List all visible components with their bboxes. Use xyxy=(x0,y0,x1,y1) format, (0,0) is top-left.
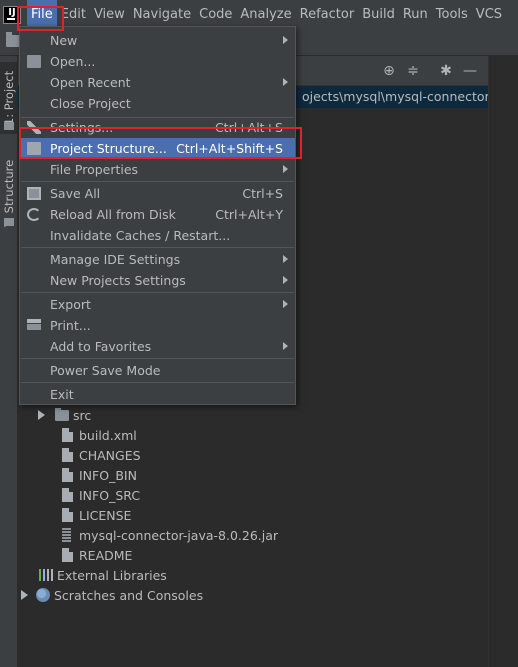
tree-item-label: External Libraries xyxy=(57,567,167,583)
tree-item-label: INFO_BIN xyxy=(79,467,137,483)
collapse-all-icon[interactable]: ≑ xyxy=(405,63,421,79)
tree-item-label: CHANGES xyxy=(79,447,141,463)
tree-item-label: Scratches and Consoles xyxy=(54,587,204,603)
left-tool-strip: 1: Project 7: Structure xyxy=(0,56,18,667)
menu-item-label: Save All xyxy=(50,186,101,201)
menu-item-label: Open Recent xyxy=(50,75,131,90)
tree-item-file[interactable]: build.xml xyxy=(62,425,137,445)
menu-item-label: Add to Favorites xyxy=(50,339,152,354)
menu-item-add-to-favorites[interactable]: Add to Favorites xyxy=(20,336,295,357)
menu-vcs[interactable]: VCS xyxy=(472,0,506,30)
project-tab-icon xyxy=(4,122,14,130)
menu-item-new[interactable]: New xyxy=(20,30,295,51)
menu-separator xyxy=(21,292,294,293)
file-menu-dropdown: New Open... Open Recent Close Project Se… xyxy=(19,26,296,405)
submenu-arrow-icon xyxy=(283,36,288,44)
menu-item-label: Invalidate Caches / Restart... xyxy=(50,228,231,243)
menu-item-new-projects-settings[interactable]: New Projects Settings xyxy=(20,270,295,291)
menu-item-manage-ide-settings[interactable]: Manage IDE Settings xyxy=(20,249,295,270)
scratches-icon xyxy=(36,588,50,602)
submenu-arrow-icon xyxy=(283,165,288,173)
highlight-box-project-structure xyxy=(19,127,302,159)
submenu-arrow-icon xyxy=(283,342,288,350)
tree-item-file[interactable]: README xyxy=(62,545,132,565)
file-icon xyxy=(62,428,73,442)
locate-icon[interactable]: ⊕ xyxy=(381,63,397,79)
menu-tools[interactable]: Tools xyxy=(432,0,472,30)
menu-item-shortcut: Ctrl+S xyxy=(242,186,283,201)
menu-item-label: Open... xyxy=(50,54,96,69)
menu-item-label: Exit xyxy=(50,387,74,402)
menu-item-label: Power Save Mode xyxy=(50,363,161,378)
menu-separator xyxy=(21,358,294,359)
menu-item-close-project[interactable]: Close Project xyxy=(20,93,295,114)
menu-item-exit[interactable]: Exit xyxy=(20,384,295,405)
menu-item-save-all[interactable]: Save All Ctrl+S xyxy=(20,183,295,204)
tree-item-jar[interactable]: mysql-connector-java-8.0.26.jar xyxy=(62,525,278,545)
menu-item-file-properties[interactable]: File Properties xyxy=(20,159,295,180)
menu-refactor[interactable]: Refactor xyxy=(296,0,359,30)
tree-item-scratches[interactable]: Scratches and Consoles xyxy=(21,585,203,605)
tree-item-label: src xyxy=(73,407,92,423)
tree-item-src[interactable]: src xyxy=(38,405,91,425)
folder-open-icon xyxy=(27,55,41,68)
menu-item-shortcut: Ctrl+Alt+Y xyxy=(215,207,283,222)
root-path: ojects\mysql\mysql-connector-java xyxy=(302,89,488,104)
tree-item-file[interactable]: LICENSE xyxy=(62,505,131,525)
file-icon xyxy=(62,488,73,502)
libraries-icon xyxy=(39,569,53,581)
menu-separator xyxy=(21,382,294,383)
menu-item-label: Manage IDE Settings xyxy=(50,252,181,267)
editor-gutter xyxy=(488,56,518,667)
submenu-arrow-icon xyxy=(283,255,288,263)
menu-build[interactable]: Build xyxy=(358,0,399,30)
tab-project-label: 1: Project xyxy=(2,70,17,126)
menu-item-open-recent[interactable]: Open Recent xyxy=(20,72,295,93)
tree-item-label: INFO_SRC xyxy=(79,487,141,503)
chevron-right-icon[interactable] xyxy=(21,590,28,600)
tree-item-label: mysql-connector-java-8.0.26.jar xyxy=(79,527,279,543)
menu-separator xyxy=(21,181,294,182)
menu-item-label: New Projects Settings xyxy=(50,273,186,288)
menu-item-open[interactable]: Open... xyxy=(20,51,295,72)
file-icon xyxy=(62,548,73,562)
menu-item-reload-all[interactable]: Reload All from Disk Ctrl+Alt+Y xyxy=(20,204,295,225)
file-icon xyxy=(62,508,73,522)
menu-item-power-save-mode[interactable]: Power Save Mode xyxy=(20,360,295,381)
menu-item-label: Print... xyxy=(50,318,91,333)
structure-tab-icon xyxy=(4,218,14,226)
tree-item-file[interactable]: CHANGES xyxy=(62,445,141,465)
tree-item-label: LICENSE xyxy=(79,507,132,523)
folder-icon xyxy=(55,407,69,421)
menu-item-print[interactable]: Print... xyxy=(20,315,295,336)
tree-item-label: README xyxy=(79,547,133,563)
print-icon xyxy=(27,319,41,332)
submenu-arrow-icon xyxy=(283,300,288,308)
menu-item-label: Close Project xyxy=(50,96,131,111)
highlight-box-file-menu xyxy=(17,6,64,31)
project-folder-icon[interactable] xyxy=(6,32,20,47)
chevron-right-icon[interactable] xyxy=(38,410,45,420)
menu-item-invalidate-caches[interactable]: Invalidate Caches / Restart... xyxy=(20,225,295,246)
menu-item-label: Reload All from Disk xyxy=(50,207,176,222)
save-icon xyxy=(27,187,41,200)
menu-item-label: File Properties xyxy=(50,162,139,177)
tree-item-file[interactable]: INFO_SRC xyxy=(62,485,140,505)
menu-run[interactable]: Run xyxy=(399,0,432,30)
menu-separator xyxy=(21,247,294,248)
jar-icon xyxy=(62,528,71,542)
menu-item-export[interactable]: Export xyxy=(20,294,295,315)
hide-icon[interactable]: — xyxy=(462,63,478,79)
menu-item-label: Export xyxy=(50,297,91,312)
tree-item-label: build.xml xyxy=(79,427,137,443)
submenu-arrow-icon xyxy=(283,78,288,86)
file-icon xyxy=(62,448,73,462)
gear-icon[interactable]: ✱ xyxy=(438,63,454,79)
file-icon xyxy=(62,468,73,482)
submenu-arrow-icon xyxy=(283,276,288,284)
tree-item-file[interactable]: INFO_BIN xyxy=(62,465,137,485)
menu-item-label: New xyxy=(50,33,78,48)
tree-item-external-libraries[interactable]: External Libraries xyxy=(39,565,167,585)
reload-icon xyxy=(27,208,41,221)
